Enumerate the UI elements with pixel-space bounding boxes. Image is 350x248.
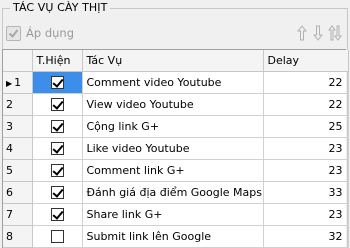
current-row-icon: ▶ [6,78,13,88]
task-name-cell[interactable]: Đánh giá địa điểm Google Maps [82,181,264,204]
enabled-checkbox[interactable] [50,75,64,89]
task-name-cell[interactable]: View video Youtube [82,93,264,116]
task-grid: T.Hiện Tác Vụ Delay ▶ 1 Comment video Yout… [2,49,349,248]
delay-cell[interactable]: 22 [263,71,349,94]
task-name-cell[interactable]: Comment link G+ [82,159,264,182]
row-header[interactable]: 4 [3,137,33,160]
enabled-checkbox[interactable] [50,97,64,111]
table-row[interactable]: 4 Like video Youtube 23 [3,137,349,160]
table-row[interactable]: 7 Share link G+ 23 [3,203,349,226]
grid-header-row: T.Hiện Tác Vụ Delay [3,50,349,72]
enabled-checkbox[interactable] [50,207,64,221]
task-name-cell[interactable]: Like video Youtube [82,137,264,160]
row-header[interactable]: 7 [3,203,33,226]
task-name-cell[interactable]: Submit link lên Google [82,225,264,248]
row-index: 1 [14,75,22,89]
column-header-row-index [3,50,33,72]
reorder-button[interactable] [327,23,343,43]
enabled-checkbox[interactable] [50,185,64,199]
checkmark-icon [6,25,21,41]
enabled-cell [32,159,83,182]
delay-cell[interactable]: 23 [263,203,349,226]
enabled-cell [32,203,83,226]
enabled-checkbox[interactable] [50,141,64,155]
enabled-cell [32,115,83,138]
row-header[interactable]: 2 [3,93,33,116]
row-header[interactable]: 6 [3,181,33,204]
table-row[interactable]: ▶ 1 Comment video Youtube 22 [3,71,349,94]
row-header[interactable]: 3 [3,115,33,138]
row-index: 7 [6,207,13,221]
toolbar: Áp dụng [4,22,348,44]
row-header[interactable]: ▶ 1 [3,71,33,94]
row-index: 4 [6,141,13,155]
row-index: 5 [6,163,13,177]
enabled-checkbox[interactable] [50,163,64,177]
row-index: 8 [6,229,13,243]
column-header-task[interactable]: Tác Vụ [82,50,264,72]
table-row[interactable]: 6 Đánh giá địa điểm Google Maps 33 [3,181,349,204]
table-row[interactable]: 3 Cộng link G+ 25 [3,115,349,138]
delay-cell[interactable]: 25 [263,115,349,138]
reorder-icon [328,25,342,41]
enabled-cell [32,181,83,204]
table-row[interactable]: 5 Comment link G+ 23 [3,159,349,182]
delay-cell[interactable]: 33 [263,181,349,204]
arrow-up-icon [297,25,307,41]
row-index: 3 [6,119,13,133]
delay-cell[interactable]: 32 [263,225,349,248]
delay-cell[interactable]: 22 [263,93,349,116]
row-index: 6 [6,185,13,199]
enabled-checkbox[interactable] [50,229,64,243]
enabled-cell [32,71,83,94]
enabled-checkbox[interactable] [50,119,64,133]
row-header[interactable]: 5 [3,159,33,182]
table-row[interactable]: 2 View video Youtube 22 [3,93,349,116]
apply-button[interactable]: Áp dụng [4,23,74,43]
move-down-button[interactable] [310,23,326,43]
enabled-cell [32,93,83,116]
column-header-enabled[interactable]: T.Hiện [32,50,83,72]
column-header-delay[interactable]: Delay [263,50,349,72]
apply-label: Áp dụng [26,26,74,40]
task-name-cell[interactable]: Cộng link G+ [82,115,264,138]
arrow-down-icon [313,25,323,41]
delay-cell[interactable]: 23 [263,159,349,182]
row-header[interactable]: 8 [3,225,33,248]
task-name-cell[interactable]: Comment video Youtube [82,71,264,94]
enabled-cell [32,225,83,248]
enabled-cell [32,137,83,160]
row-index: 2 [6,97,13,111]
task-name-cell[interactable]: Share link G+ [82,203,264,226]
move-up-button[interactable] [294,23,310,43]
table-row[interactable]: 8 Submit link lên Google 32 [3,225,349,248]
group-title: TÁC VỤ CÀY THỊT [10,1,111,14]
delay-cell[interactable]: 23 [263,137,349,160]
